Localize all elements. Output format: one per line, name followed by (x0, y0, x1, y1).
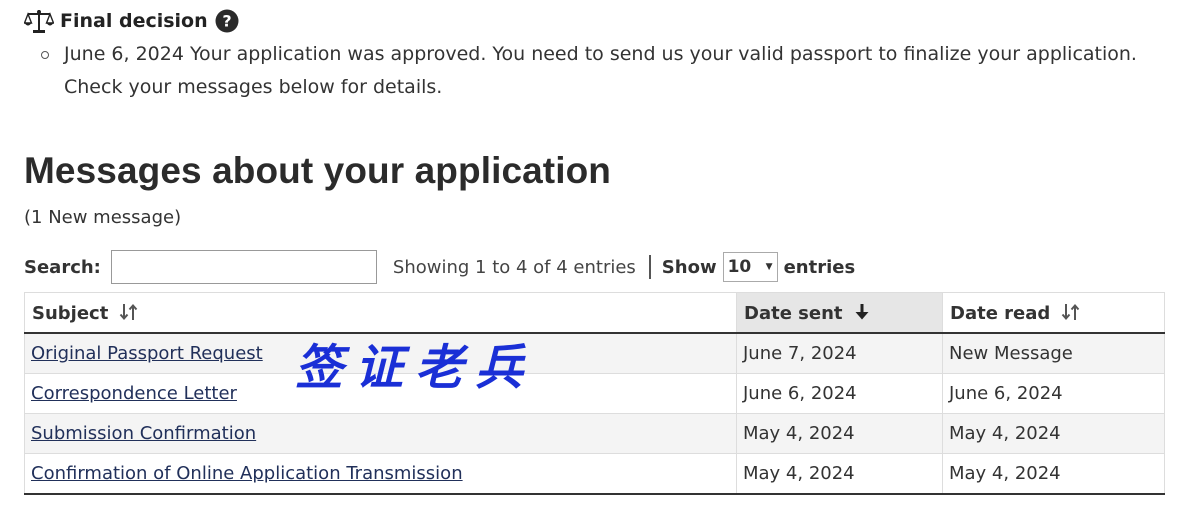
table-row[interactable]: Original Passport Request June 7, 2024 N… (24, 332, 1165, 374)
table-controls: Search: Showing 1 to 4 of 4 entries Show… (24, 248, 855, 286)
chevron-down-icon: ▼ (765, 262, 773, 272)
page-size-select[interactable]: 10 ▼ (722, 252, 778, 282)
search-input[interactable] (110, 250, 377, 284)
column-header-date-read[interactable]: Date read (942, 292, 1165, 334)
svg-text:?: ? (222, 12, 231, 31)
table-row[interactable]: Confirmation of Online Application Trans… (24, 453, 1165, 495)
table-header-row: Subject Date sent Date read (24, 292, 1165, 334)
date-read-cell: June 6, 2024 (942, 373, 1165, 414)
date-sent-cell: June 6, 2024 (736, 373, 943, 414)
subject-cell: Confirmation of Online Application Trans… (24, 453, 737, 495)
message-link[interactable]: Original Passport Request (31, 343, 263, 364)
date-sent-cell: June 7, 2024 (736, 332, 943, 374)
sort-icon (119, 303, 137, 320)
final-decision-header: Final decision ? (24, 8, 239, 34)
date-sent-cell: May 4, 2024 (736, 453, 943, 495)
column-header-subject[interactable]: Subject (24, 292, 737, 334)
divider (648, 255, 651, 279)
message-link[interactable]: Confirmation of Online Application Trans… (31, 463, 463, 484)
table-row[interactable]: Correspondence Letter June 6, 2024 June … (24, 373, 1165, 414)
messages-table: Subject Date sent Date read Original Pas… (24, 292, 1165, 495)
subject-cell: Correspondence Letter (24, 373, 737, 414)
search-label: Search: (24, 256, 101, 278)
subject-cell: Submission Confirmation (24, 413, 737, 454)
bullet-icon (41, 51, 49, 59)
decision-text: June 6, 2024 Your application was approv… (64, 43, 1137, 98)
question-circle-icon[interactable]: ? (215, 9, 239, 33)
date-sent-cell: May 4, 2024 (736, 413, 943, 454)
date-read-cell: May 4, 2024 (942, 413, 1165, 454)
column-label: Date sent (744, 302, 843, 324)
show-label: Show (661, 256, 717, 278)
sort-icon (1061, 303, 1079, 320)
decision-item: June 6, 2024 Your application was approv… (40, 38, 1170, 104)
message-link[interactable]: Submission Confirmation (31, 423, 256, 444)
page-title: Messages about your application (24, 150, 612, 191)
final-decision-title: Final decision (60, 10, 208, 32)
message-link[interactable]: Correspondence Letter (31, 383, 237, 404)
date-read-cell: May 4, 2024 (942, 453, 1165, 495)
page-size-value: 10 (727, 257, 752, 277)
column-label: Date read (950, 302, 1051, 324)
date-read-cell: New Message (942, 332, 1165, 374)
column-label: Subject (32, 302, 109, 324)
scale-icon (24, 10, 54, 33)
new-message-count: (1 New message) (24, 207, 182, 228)
entries-label: entries (783, 256, 856, 278)
column-header-date-sent[interactable]: Date sent (736, 292, 943, 334)
final-decision-list: June 6, 2024 Your application was approv… (40, 38, 1170, 104)
entries-info: Showing 1 to 4 of 4 entries (392, 256, 636, 278)
subject-cell: Original Passport Request (24, 332, 737, 374)
sort-descending-icon (855, 303, 869, 319)
table-row[interactable]: Submission Confirmation May 4, 2024 May … (24, 413, 1165, 454)
